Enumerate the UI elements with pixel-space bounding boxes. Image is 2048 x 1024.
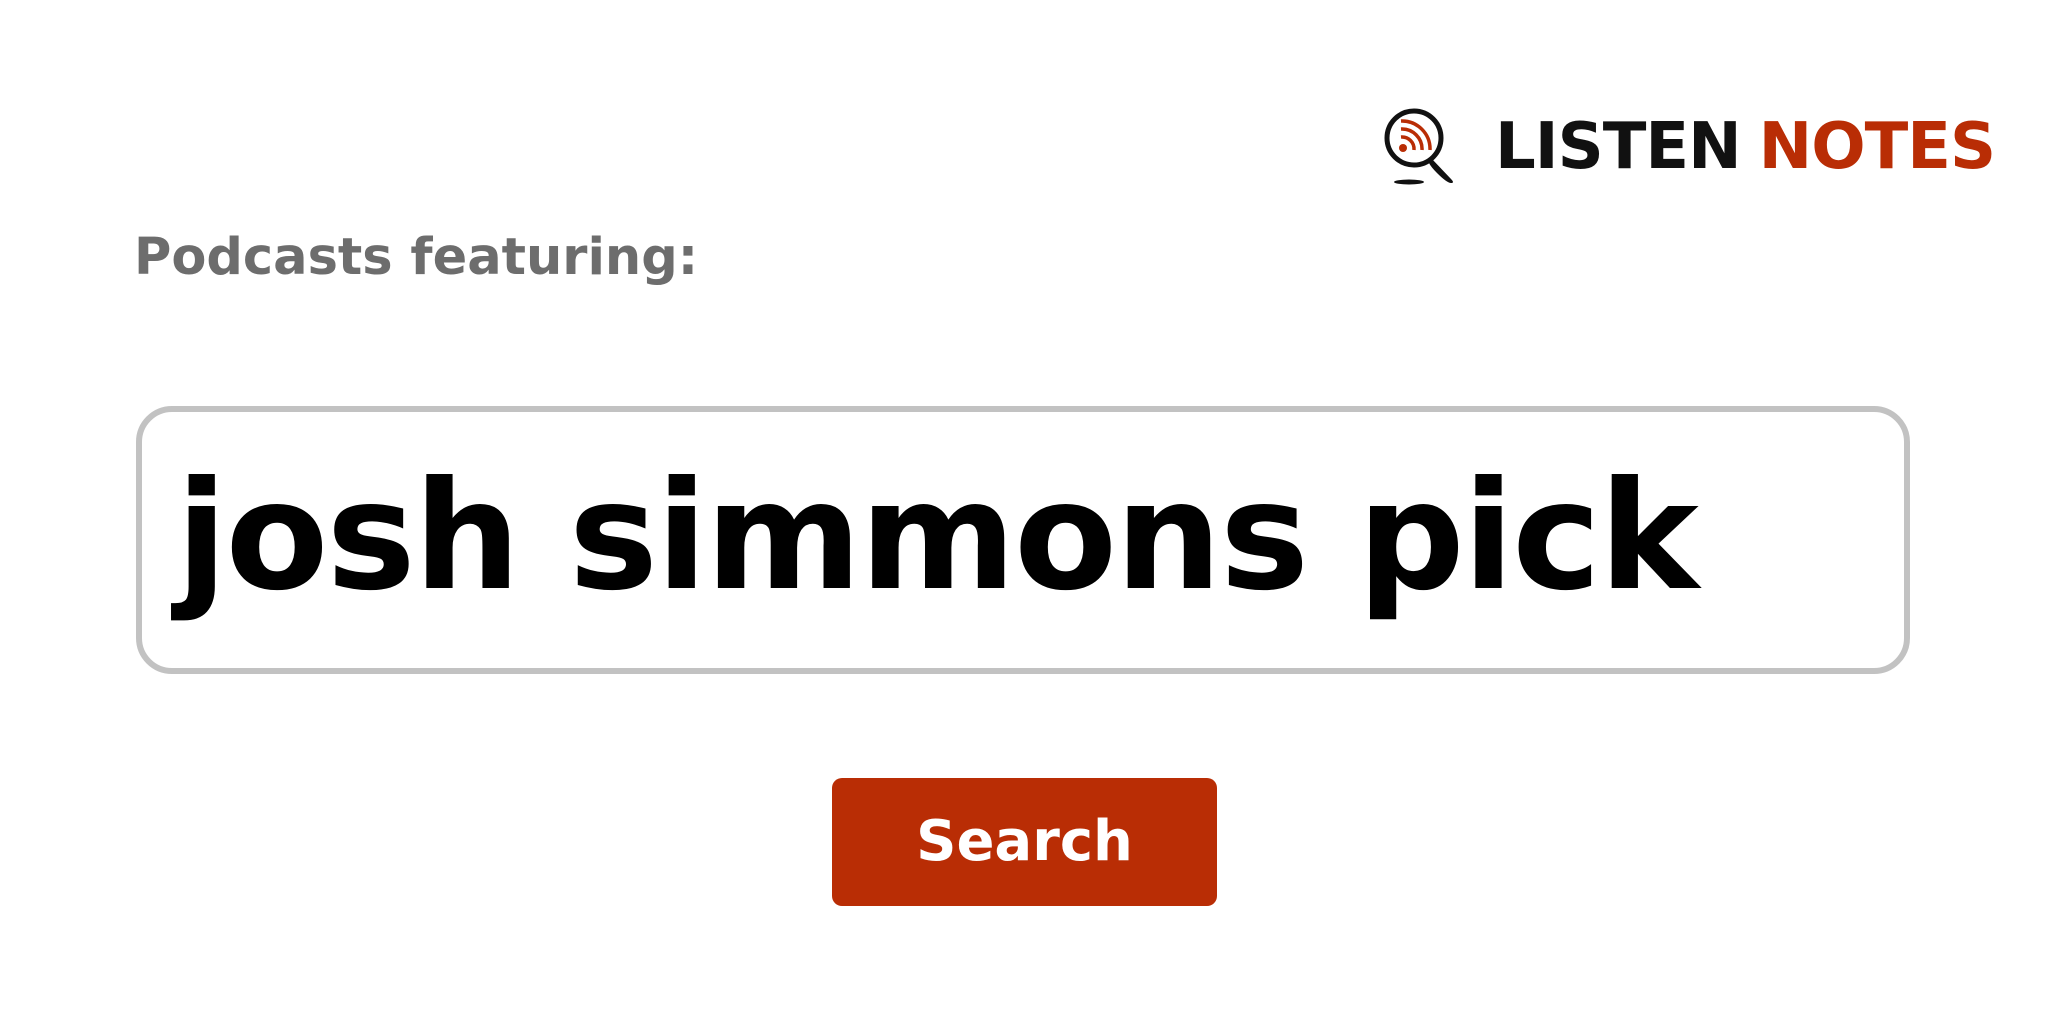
logo-wordmark: LISTEN NOTES — [1495, 115, 1996, 179]
search-input[interactable]: josh simmons pick — [136, 406, 1910, 674]
logo-word-listen: LISTEN — [1495, 110, 1742, 184]
magnifier-podcast-icon — [1384, 108, 1453, 185]
search-query-text[interactable]: josh simmons pick — [176, 462, 1699, 612]
logo-word-notes: NOTES — [1758, 110, 1996, 184]
page-heading: Podcasts featuring: — [134, 228, 699, 287]
search-button[interactable]: Search — [832, 778, 1217, 906]
page: LISTEN NOTES Podcasts featuring: josh sim… — [0, 0, 2048, 1024]
search-button-label: Search — [916, 809, 1133, 874]
listen-notes-logo[interactable]: LISTEN NOTES — [1381, 107, 1996, 187]
